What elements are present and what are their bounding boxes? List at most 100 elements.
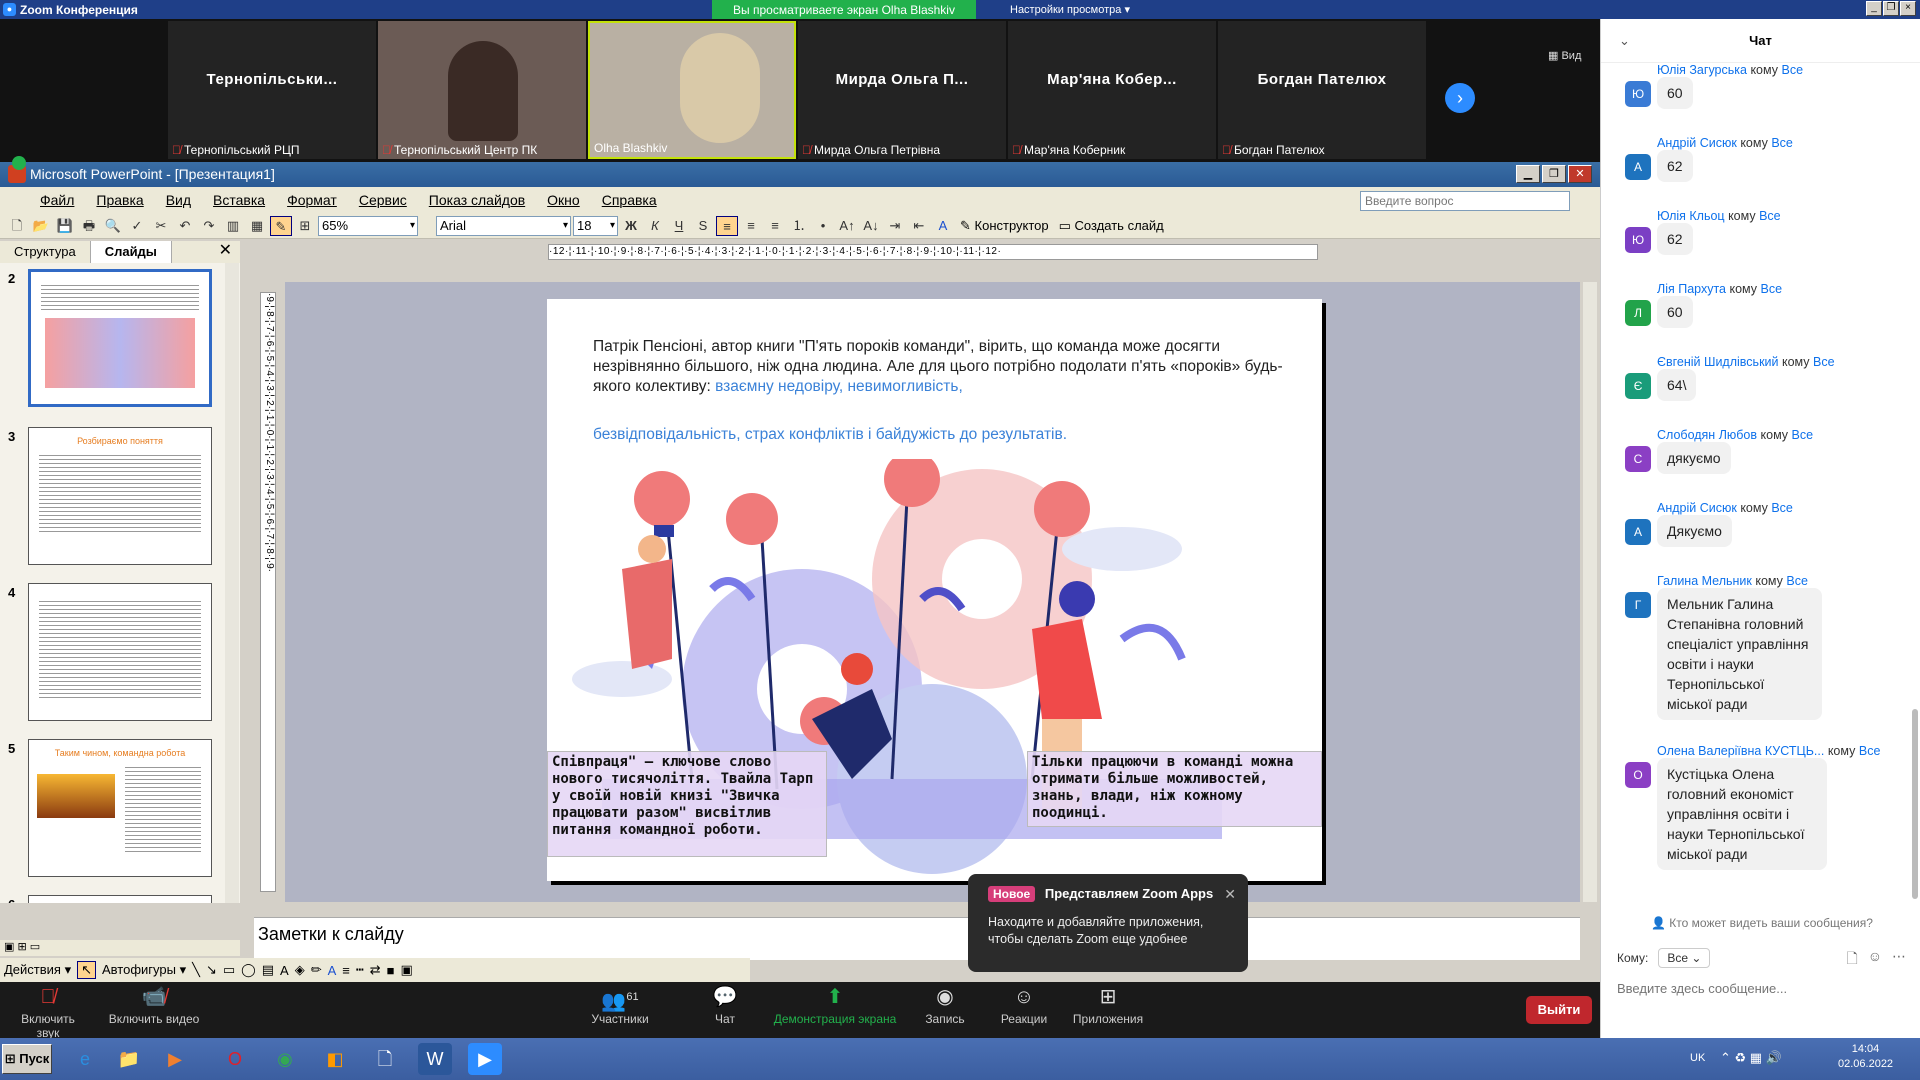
slide-thumbnail[interactable] [28, 583, 212, 721]
designer-button[interactable]: ✎ Конструктор [956, 218, 1053, 234]
italic-icon[interactable]: К [644, 216, 666, 236]
line-icon[interactable]: ╲ [192, 962, 200, 978]
ppt-restore-button[interactable]: ❐ [1542, 165, 1566, 183]
start-video-button[interactable]: 📹̸ Включить видео [104, 982, 204, 1038]
slide-paragraph-2[interactable]: безвідповідальність, страх конфліктів і … [593, 426, 1067, 444]
message-sender[interactable]: Євгеній Шидлівський [1657, 355, 1779, 369]
chat-privacy-link[interactable]: 👤 Кто может видеть ваши сообщения? [1651, 916, 1873, 930]
file-explorer-icon[interactable]: 📁 [112, 1043, 146, 1075]
gallery-next-arrow-icon[interactable]: › [1445, 83, 1475, 113]
close-icon[interactable]: ✕ [1224, 886, 1236, 903]
view-mode-icons[interactable]: ▣ ⊞ ▭ [0, 940, 240, 956]
chrome-icon[interactable]: ◉ [268, 1043, 302, 1075]
participant-tile[interactable]: Мар'яна Кобер... 🎙̸ Мар'яна Коберник [1008, 21, 1216, 159]
participants-button[interactable]: 👥61 Участники [580, 982, 660, 1038]
menu-view[interactable]: Вид [166, 192, 191, 208]
undo-icon[interactable]: ↶ [174, 216, 196, 236]
message-sender[interactable]: Андрій Сисюк [1657, 136, 1737, 150]
bullets-icon[interactable]: • [812, 216, 834, 236]
quote-callout-left[interactable]: Співпраця" – ключове слово нового тисячо… [547, 751, 827, 857]
unmute-button[interactable]: 🎙̸ Включить звук [8, 982, 88, 1040]
slide-thumbnail[interactable] [28, 269, 212, 407]
spelling-icon[interactable]: ✓ [126, 216, 148, 236]
close-pane-icon[interactable]: ✕ [219, 241, 232, 263]
dash-style-icon[interactable]: ┅ [356, 962, 364, 978]
more-icon[interactable]: ⋯ [1892, 948, 1906, 972]
menu-slideshow[interactable]: Показ слайдов [429, 192, 525, 208]
redo-icon[interactable]: ↷ [198, 216, 220, 236]
language-indicator[interactable]: UK [1690, 1052, 1705, 1064]
outdent-icon[interactable]: ⇤ [908, 216, 930, 236]
menu-tools[interactable]: Сервис [359, 192, 407, 208]
emoji-icon[interactable]: ☺ [1868, 948, 1882, 972]
wordart-icon[interactable]: A [280, 963, 289, 978]
recipient-select[interactable]: Все ⌄ [1658, 948, 1711, 968]
word-icon[interactable]: W [418, 1043, 452, 1075]
chat-button[interactable]: 💬 Чат [695, 982, 755, 1038]
participant-tile[interactable]: Богдан Пателюх 🎙̸ Богдан Пателюх [1218, 21, 1426, 159]
participant-tile[interactable]: Мирда Ольга П... 🎙̸ Мирда Ольга Петрівна [798, 21, 1006, 159]
menu-help[interactable]: Справка [602, 192, 657, 208]
share-screen-button[interactable]: ⬆ Демонстрация экрана [770, 982, 900, 1038]
minimize-button[interactable]: _ [1866, 1, 1882, 16]
new-icon[interactable]: 🗋 [6, 216, 28, 236]
message-sender[interactable]: Лія Пархута [1657, 282, 1726, 296]
file-icon[interactable]: 🗋 [1846, 948, 1857, 972]
formatting-icon[interactable]: ✎ [270, 215, 292, 236]
message-sender[interactable]: Слободян Любов [1657, 428, 1757, 442]
chat-scrollbar[interactable] [1912, 709, 1918, 899]
print-icon[interactable]: 🖶 [78, 216, 100, 236]
restore-button[interactable]: ❐ [1883, 1, 1899, 16]
pointer-icon[interactable]: ↖ [77, 961, 97, 979]
arrow-style-icon[interactable]: ⇄ [370, 962, 381, 978]
shadow-icon[interactable]: S [692, 216, 714, 236]
reactions-button[interactable]: ☺ Реакции [992, 982, 1056, 1038]
indent-icon[interactable]: ⇥ [884, 216, 906, 236]
view-button[interactable]: ▦ Вид [1548, 49, 1581, 62]
textbox-icon[interactable]: ▤ [262, 962, 274, 978]
chart-icon[interactable]: ▥ [222, 216, 244, 236]
preview-icon[interactable]: 🔍 [102, 216, 124, 236]
underline-icon[interactable]: Ч [668, 216, 690, 236]
font-color-icon[interactable]: A [932, 216, 954, 236]
menu-format[interactable]: Формат [287, 192, 337, 208]
ask-question-input[interactable]: Введите вопрос [1360, 191, 1570, 211]
ppt-close-button[interactable]: ✕ [1568, 165, 1592, 183]
line-color-icon[interactable]: ✏ [311, 962, 322, 978]
fill-color-icon[interactable]: ◈ [295, 962, 305, 978]
tab-outline[interactable]: Структура [0, 241, 91, 263]
bold-icon[interactable]: Ж [620, 216, 642, 236]
internet-explorer-icon[interactable]: e [68, 1043, 102, 1075]
current-slide[interactable]: Патрік Пенсіоні, автор книги "П'ять поро… [547, 299, 1322, 881]
align-center-icon[interactable]: ≡ [740, 216, 762, 236]
message-sender[interactable]: Андрій Сисюк [1657, 501, 1737, 515]
shadow-icon[interactable]: ■ [387, 963, 395, 978]
menu-window[interactable]: Окно [547, 192, 580, 208]
leave-meeting-button[interactable]: Выйти [1526, 996, 1592, 1024]
align-left-icon[interactable]: ≡ [716, 215, 738, 236]
media-player-icon[interactable]: ▶ [158, 1043, 192, 1075]
slide-thumbnail[interactable]: Таким чином, командна робота [28, 739, 212, 877]
menu-insert[interactable]: Вставка [213, 192, 265, 208]
slide-notes-input[interactable]: Заметки к слайду [254, 917, 1580, 960]
zoom-select[interactable]: 65% [318, 215, 418, 236]
autoshapes-menu[interactable]: Автофигуры ▾ [102, 962, 186, 978]
font-size-select[interactable]: 18 [573, 215, 618, 236]
actions-menu[interactable]: Действия ▾ [4, 962, 71, 978]
ppt-minimize-button[interactable]: ▁ [1516, 165, 1540, 183]
view-options-button[interactable]: Настройки просмотра ▾ [990, 0, 1150, 21]
chevron-down-icon[interactable]: ⌄ [1619, 19, 1630, 63]
start-button[interactable]: ⊞ Пуск [2, 1044, 52, 1074]
open-icon[interactable]: 📂 [30, 216, 52, 236]
tab-slides[interactable]: Слайды [90, 241, 172, 263]
tray-icons[interactable]: ⌃ ♻ ▦ 🔊 [1720, 1050, 1782, 1066]
message-sender[interactable]: Юлія Загурська [1657, 63, 1747, 77]
numbering-icon[interactable]: ⒈ [788, 216, 810, 236]
close-button[interactable]: × [1900, 1, 1916, 16]
app-icon[interactable]: ◧ [318, 1043, 352, 1075]
rectangle-icon[interactable]: ▭ [223, 962, 235, 978]
slide-scrollbar[interactable] [1583, 282, 1597, 902]
line-style-icon[interactable]: ≡ [342, 963, 350, 978]
slide-thumbnail[interactable]: Розбираємо поняття [28, 427, 212, 565]
zoom-icon[interactable]: ▶ [468, 1043, 502, 1075]
